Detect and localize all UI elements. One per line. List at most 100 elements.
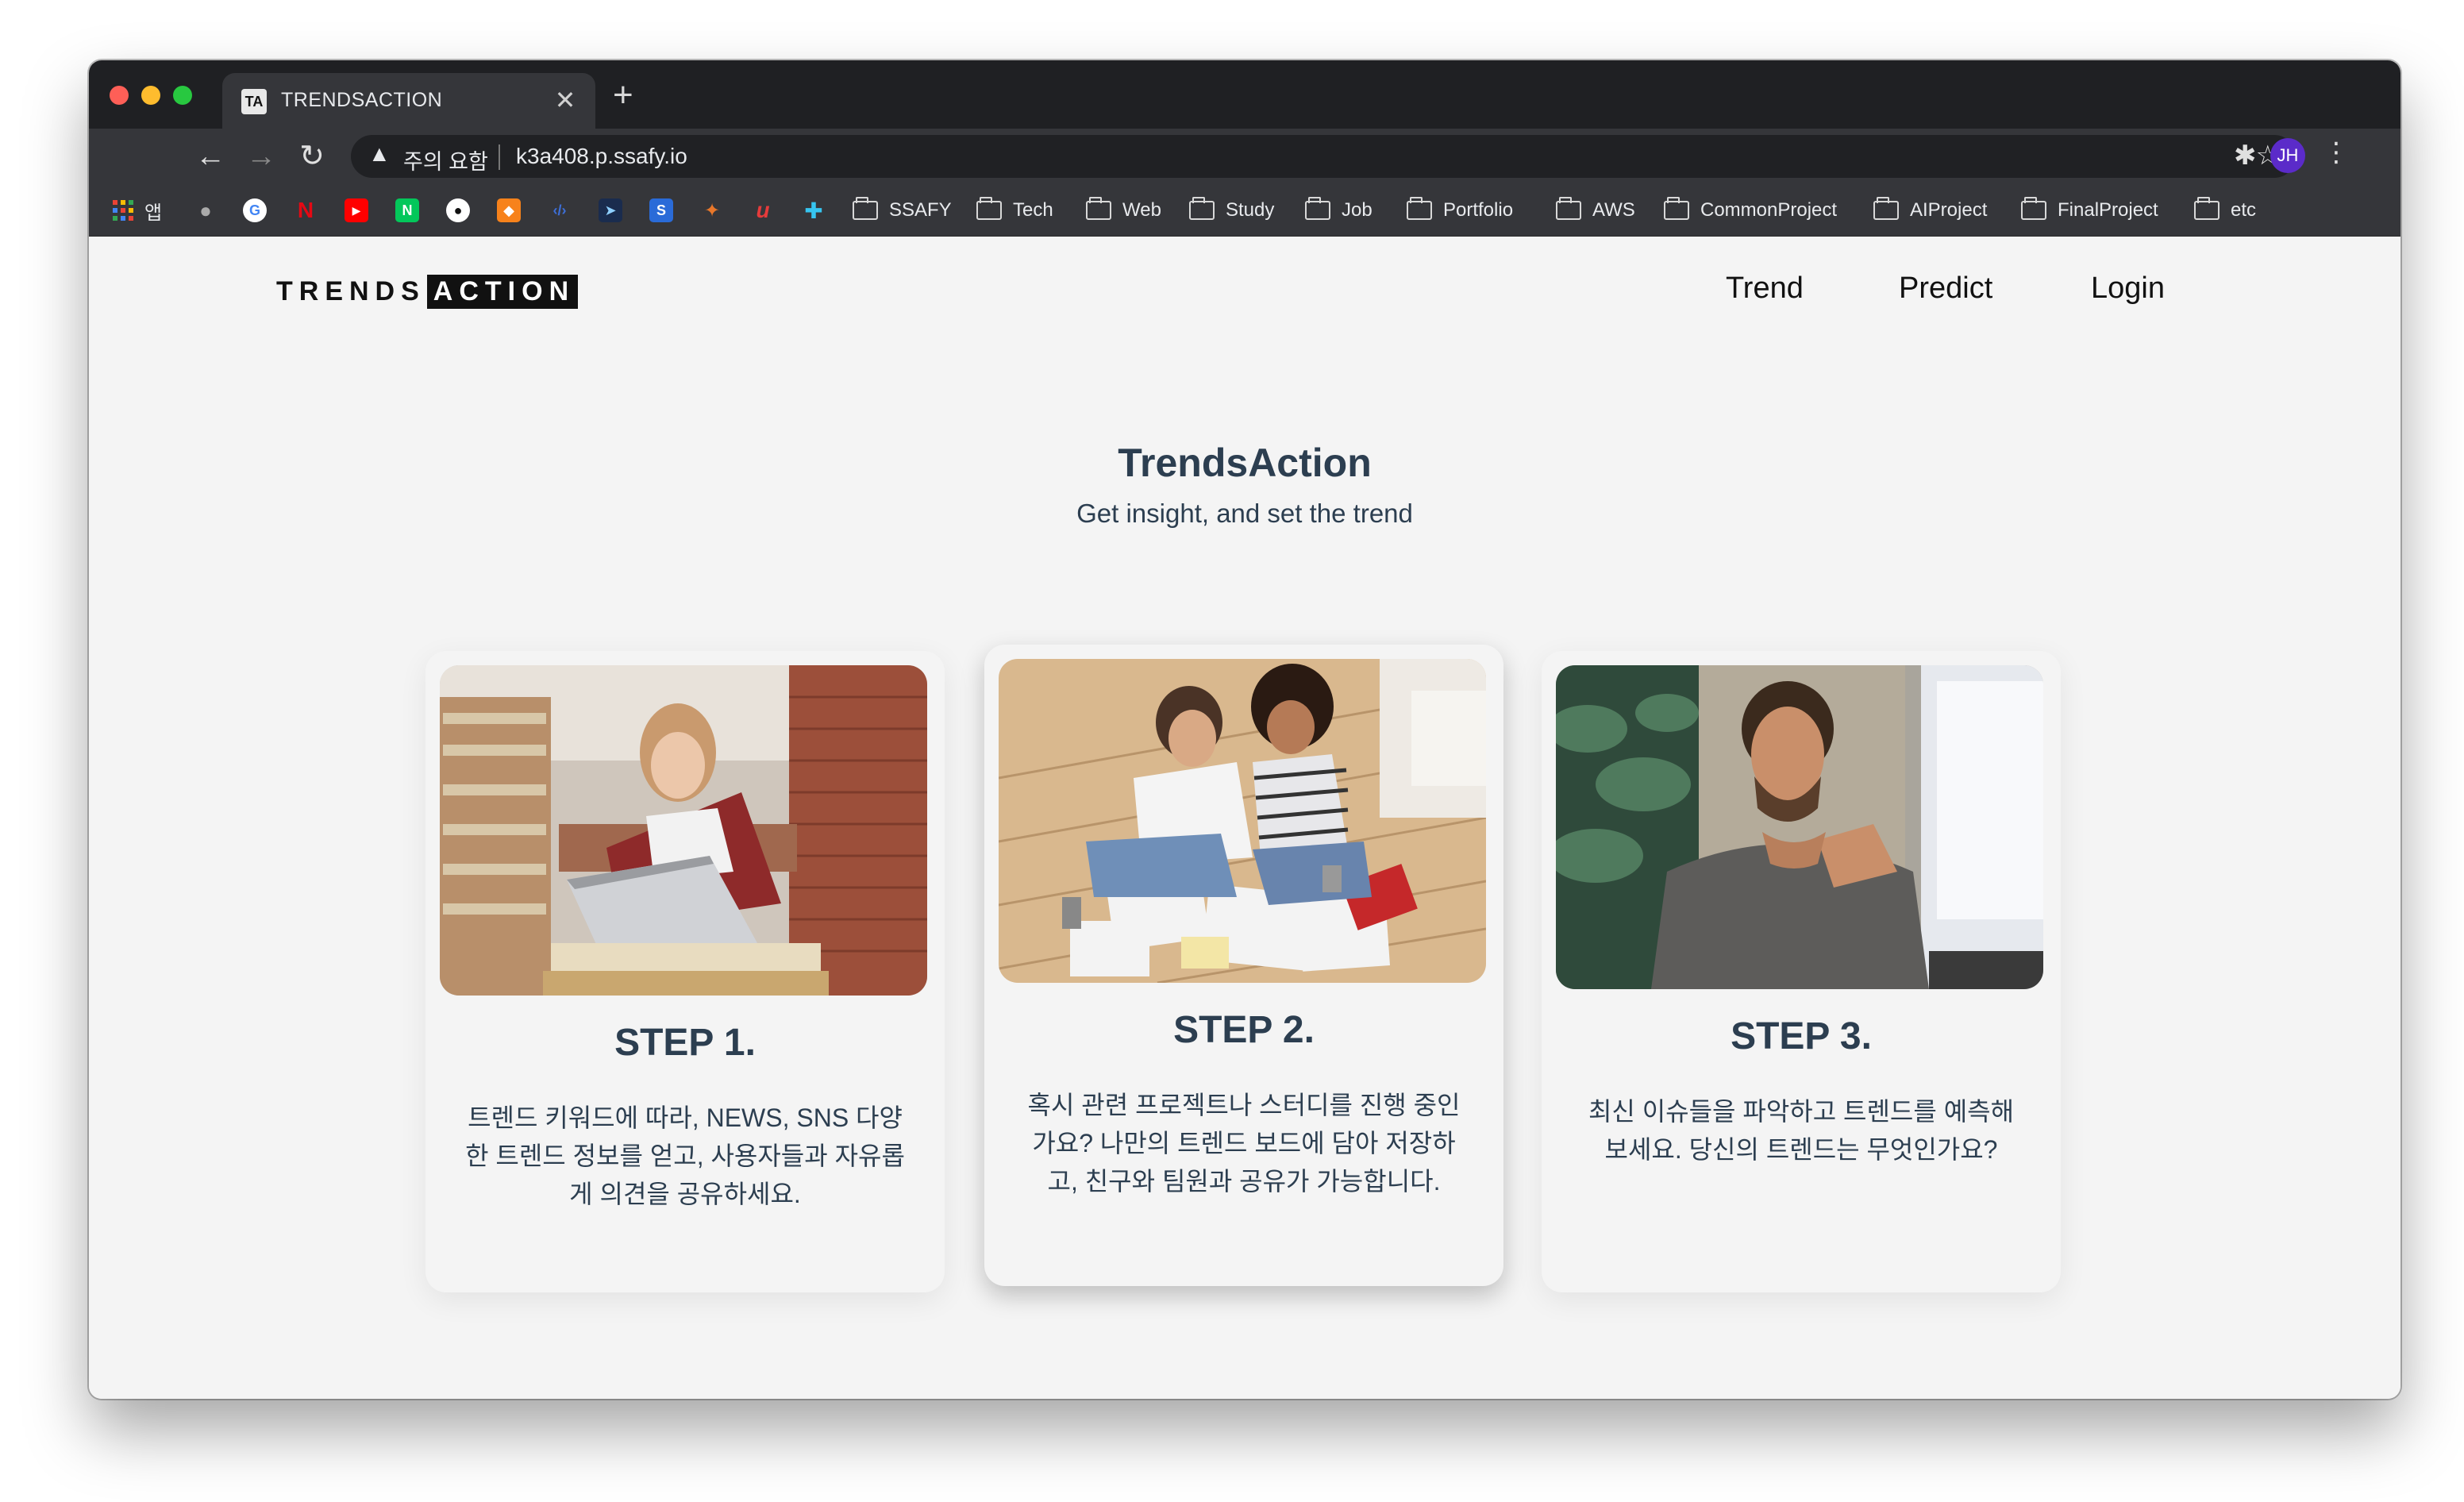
close-window-button[interactable] xyxy=(110,86,129,105)
netflix-icon: N xyxy=(297,198,314,222)
step-1-card[interactable]: STEP 1. 트렌드 키워드에 따라, NEWS, SNS 다양 한 트렌드 … xyxy=(425,651,945,1292)
folder-icon xyxy=(1189,197,1215,220)
step-1-line: 한 트렌드 정보를 얻고, 사용자들과 자유롭 xyxy=(465,1142,905,1170)
bookmark-folder-job[interactable]: Job xyxy=(1305,184,1373,237)
bookmark-naver[interactable]: N xyxy=(395,184,419,237)
step-3-image xyxy=(1556,665,2043,989)
bookmark-apple[interactable]: ● xyxy=(194,184,218,237)
send-icon: ➤ xyxy=(599,198,622,222)
omnibox-separator xyxy=(499,144,500,170)
address-bar[interactable]: ▲ 주의 요함 k3a408.p.ssafy.io ☆ xyxy=(351,135,2296,178)
step-1-image xyxy=(440,665,927,996)
nav-predict-link[interactable]: Predict xyxy=(1899,272,1992,306)
bookmark-google[interactable]: G xyxy=(243,184,267,237)
folder-icon xyxy=(1305,197,1330,220)
step-2-line: 가요? 나만의 트렌드 보드에 담아 저장하 xyxy=(1032,1129,1456,1157)
back-arrow-icon[interactable]: ← xyxy=(192,138,229,175)
hero-subtitle: Get insight, and set the trend xyxy=(1076,499,1413,528)
folder-icon xyxy=(1086,197,1111,220)
google-icon: G xyxy=(243,198,267,222)
folder-icon xyxy=(2021,197,2046,220)
folder-label: AWS xyxy=(1592,199,1635,221)
step-1-line: 게 의견을 공유하세요. xyxy=(569,1180,801,1208)
forward-arrow-icon[interactable]: → xyxy=(243,138,279,175)
close-tab-icon[interactable]: ✕ xyxy=(549,84,581,116)
bookmark-u[interactable]: u xyxy=(751,184,775,237)
extensions-puzzle-icon[interactable]: ✱ xyxy=(2234,140,2257,171)
step-3-card[interactable]: STEP 3. 최신 이슈들을 파악하고 트렌드를 예측해 보세요. 당신의 트… xyxy=(1542,651,2061,1292)
bookmark-folder-aws[interactable]: AWS xyxy=(1556,184,1635,237)
bookmark-netflix[interactable]: N xyxy=(294,184,318,237)
favicon-icon: TA xyxy=(241,89,267,114)
step-2-title: STEP 2. xyxy=(1173,1009,1315,1051)
warning-icon: ▲ xyxy=(368,141,391,166)
bookmark-folder-study[interactable]: Study xyxy=(1189,184,1274,237)
apps-bookmark[interactable]: 앱 xyxy=(111,184,162,237)
bookmark-folder-finalproject[interactable]: FinalProject xyxy=(2021,184,2158,237)
security-label[interactable]: 주의 요함 xyxy=(403,144,488,175)
github-icon: ● xyxy=(446,198,470,222)
bookmark-arrow[interactable]: ➤ xyxy=(599,184,622,237)
bookmark-folder-aiproject[interactable]: AIProject xyxy=(1873,184,1987,237)
maximize-window-button[interactable] xyxy=(173,86,192,105)
folder-icon xyxy=(853,197,878,220)
u-logo-icon: u xyxy=(756,198,770,222)
bookmark-folder-ssafy[interactable]: SSAFY xyxy=(853,184,952,237)
site-logo[interactable]: TRENDS ACTION xyxy=(276,273,579,310)
folder-label: SSAFY xyxy=(889,199,952,221)
tab-trendsaction[interactable]: TA TRENDSACTION ✕ xyxy=(222,73,595,129)
logo-text-trends: TRENDS xyxy=(276,275,425,306)
bookmark-folder-web[interactable]: Web xyxy=(1086,184,1161,237)
apps-grid-icon xyxy=(111,198,135,222)
folder-icon xyxy=(1556,197,1581,220)
step-2-line: 고, 친구와 팀원과 공유가 가능합니다. xyxy=(1047,1167,1441,1196)
folder-icon xyxy=(1407,197,1432,220)
profile-avatar[interactable]: JH xyxy=(2270,138,2305,173)
folder-label: AIProject xyxy=(1910,199,1988,221)
step-1-description: 트렌드 키워드에 따라, NEWS, SNS 다양 한 트렌드 정보를 얻고, … xyxy=(457,1099,913,1213)
bookmark-flame[interactable]: ✦ xyxy=(700,184,724,237)
bookmark-box[interactable]: ◆ xyxy=(497,184,521,237)
bookmark-youtube[interactable]: ▶ xyxy=(345,184,368,237)
bookmark-folder-etc[interactable]: etc xyxy=(2194,184,2256,237)
reload-icon[interactable]: ↻ xyxy=(294,138,330,175)
bookmark-folder-portfolio[interactable]: Portfolio xyxy=(1407,184,1513,237)
folder-icon xyxy=(1664,197,1689,220)
youtube-icon: ▶ xyxy=(345,198,368,222)
naver-icon: N xyxy=(395,198,419,222)
folder-label: Job xyxy=(1342,199,1373,221)
step-1-title: STEP 1. xyxy=(614,1022,756,1064)
folder-icon xyxy=(2194,197,2220,220)
nav-trend-link[interactable]: Trend xyxy=(1726,272,1804,306)
hero-title: TrendsAction xyxy=(1118,441,1372,485)
bookmark-code[interactable]: ‹/› xyxy=(548,184,572,237)
step-2-card[interactable]: STEP 2. 혹시 관련 프로젝트나 스터디를 진행 중인 가요? 나만의 트… xyxy=(984,645,1503,1286)
new-tab-button[interactable]: + xyxy=(613,78,633,113)
bookmark-slack[interactable]: ✚ xyxy=(802,184,826,237)
folder-icon xyxy=(976,197,1002,220)
folder-label: Tech xyxy=(1013,199,1053,221)
folder-label: Web xyxy=(1122,199,1161,221)
url-text[interactable]: k3a408.p.ssafy.io xyxy=(516,144,687,169)
bookmark-folder-tech[interactable]: Tech xyxy=(976,184,1053,237)
step-3-description: 최신 이슈들을 파악하고 트렌드를 예측해 보세요. 당신의 트렌드는 무엇인가… xyxy=(1573,1092,2029,1169)
browser-window: TA TRENDSACTION ✕ + ← → ▲ 주의 요함 k3a408.p… xyxy=(89,60,2400,1399)
tab-strip: TA TRENDSACTION ✕ + xyxy=(89,60,2400,129)
bookmark-s[interactable]: S xyxy=(649,184,673,237)
s-logo-icon: S xyxy=(649,198,673,222)
folder-label: etc xyxy=(2231,199,2257,221)
step-3-line: 최신 이슈들을 파악하고 트렌드를 예측해 xyxy=(1588,1097,2015,1126)
flame-icon: ✦ xyxy=(703,199,721,221)
folder-label: FinalProject xyxy=(2058,199,2158,221)
nav-login-link[interactable]: Login xyxy=(2091,272,2165,306)
folder-label: Study xyxy=(1226,199,1275,221)
bookmark-github[interactable]: ● xyxy=(446,184,470,237)
folder-label: CommonProject xyxy=(1700,199,1838,221)
step-2-description: 혹시 관련 프로젝트나 스터디를 진행 중인 가요? 나만의 트렌드 보드에 담… xyxy=(1016,1086,1472,1200)
apple-icon: ● xyxy=(199,198,212,222)
more-menu-icon[interactable]: ⋮ xyxy=(2323,137,2350,168)
minimize-window-button[interactable] xyxy=(141,86,160,105)
step-3-line: 보세요. 당신의 트렌드는 무엇인가요? xyxy=(1604,1135,1998,1164)
code-icon: ‹/› xyxy=(552,202,567,218)
bookmark-folder-commonproject[interactable]: CommonProject xyxy=(1664,184,1837,237)
